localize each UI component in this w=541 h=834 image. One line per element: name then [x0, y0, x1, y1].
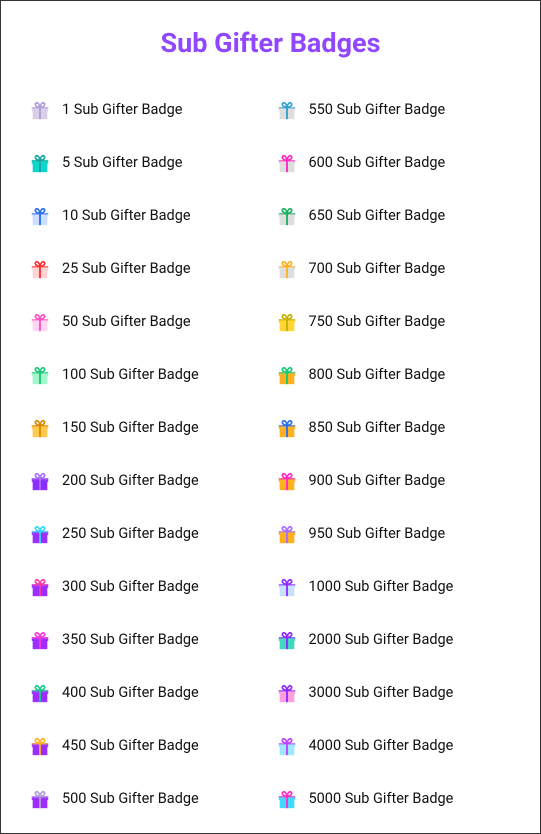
badge-item: 200 Sub Gifter Badge	[29, 454, 266, 507]
gift-icon	[29, 99, 51, 121]
badge-label: 800 Sub Gifter Badge	[309, 366, 446, 383]
gift-icon	[29, 311, 51, 333]
badge-item: 1000 Sub Gifter Badge	[276, 560, 513, 613]
badge-label: 10 Sub Gifter Badge	[62, 207, 191, 224]
badge-item: 800 Sub Gifter Badge	[276, 348, 513, 401]
gift-icon	[276, 682, 298, 704]
gift-icon	[276, 99, 298, 121]
badge-item: 600 Sub Gifter Badge	[276, 136, 513, 189]
badge-item: 950 Sub Gifter Badge	[276, 507, 513, 560]
gift-icon	[276, 311, 298, 333]
gift-icon	[29, 470, 51, 492]
gift-icon	[276, 523, 298, 545]
badge-label: 350 Sub Gifter Badge	[62, 631, 199, 648]
gift-icon	[29, 629, 51, 651]
badge-label: 4000 Sub Gifter Badge	[309, 737, 454, 754]
page-title: Sub Gifter Badges	[29, 27, 512, 59]
gift-icon	[29, 682, 51, 704]
gift-icon	[276, 152, 298, 174]
badge-item: 400 Sub Gifter Badge	[29, 666, 266, 719]
badge-label: 200 Sub Gifter Badge	[62, 472, 199, 489]
gift-icon	[276, 576, 298, 598]
badge-item: 500 Sub Gifter Badge	[29, 772, 266, 825]
badge-grid: 1 Sub Gifter Badge 550 Sub Gifter Badge …	[29, 83, 512, 825]
badge-item: 550 Sub Gifter Badge	[276, 83, 513, 136]
badge-label: 50 Sub Gifter Badge	[62, 313, 191, 330]
badge-label: 750 Sub Gifter Badge	[309, 313, 446, 330]
badge-item: 100 Sub Gifter Badge	[29, 348, 266, 401]
gift-icon	[29, 417, 51, 439]
gift-icon	[29, 205, 51, 227]
badge-item: 350 Sub Gifter Badge	[29, 613, 266, 666]
badge-item: 2000 Sub Gifter Badge	[276, 613, 513, 666]
gift-icon	[29, 788, 51, 810]
badge-label: 25 Sub Gifter Badge	[62, 260, 191, 277]
badge-item: 1 Sub Gifter Badge	[29, 83, 266, 136]
badge-label: 1 Sub Gifter Badge	[62, 101, 182, 118]
badge-label: 1000 Sub Gifter Badge	[309, 578, 454, 595]
badge-label: 250 Sub Gifter Badge	[62, 525, 199, 542]
gift-icon	[29, 576, 51, 598]
badge-item: 250 Sub Gifter Badge	[29, 507, 266, 560]
gift-icon	[276, 205, 298, 227]
gift-icon	[29, 258, 51, 280]
badge-item: 10 Sub Gifter Badge	[29, 189, 266, 242]
gift-icon	[276, 735, 298, 757]
badge-label: 100 Sub Gifter Badge	[62, 366, 199, 383]
gift-icon	[276, 788, 298, 810]
badge-label: 550 Sub Gifter Badge	[309, 101, 446, 118]
badges-panel: Sub Gifter Badges 1 Sub Gifter Badge 550…	[0, 0, 541, 834]
badge-label: 850 Sub Gifter Badge	[309, 419, 446, 436]
badge-item: 50 Sub Gifter Badge	[29, 295, 266, 348]
badge-label: 3000 Sub Gifter Badge	[309, 684, 454, 701]
badge-label: 300 Sub Gifter Badge	[62, 578, 199, 595]
badge-item: 5000 Sub Gifter Badge	[276, 772, 513, 825]
badge-item: 900 Sub Gifter Badge	[276, 454, 513, 507]
gift-icon	[29, 152, 51, 174]
badge-label: 700 Sub Gifter Badge	[309, 260, 446, 277]
badge-item: 850 Sub Gifter Badge	[276, 401, 513, 454]
badge-label: 5 Sub Gifter Badge	[62, 154, 182, 171]
gift-icon	[276, 470, 298, 492]
gift-icon	[29, 523, 51, 545]
gift-icon	[276, 417, 298, 439]
badge-item: 4000 Sub Gifter Badge	[276, 719, 513, 772]
badge-label: 450 Sub Gifter Badge	[62, 737, 199, 754]
gift-icon	[29, 735, 51, 757]
badge-label: 150 Sub Gifter Badge	[62, 419, 199, 436]
gift-icon	[29, 364, 51, 386]
badge-item: 150 Sub Gifter Badge	[29, 401, 266, 454]
badge-label: 500 Sub Gifter Badge	[62, 790, 199, 807]
badge-item: 700 Sub Gifter Badge	[276, 242, 513, 295]
badge-item: 650 Sub Gifter Badge	[276, 189, 513, 242]
gift-icon	[276, 629, 298, 651]
gift-icon	[276, 258, 298, 280]
badge-item: 3000 Sub Gifter Badge	[276, 666, 513, 719]
badge-item: 300 Sub Gifter Badge	[29, 560, 266, 613]
badge-item: 750 Sub Gifter Badge	[276, 295, 513, 348]
badge-label: 950 Sub Gifter Badge	[309, 525, 446, 542]
badge-label: 5000 Sub Gifter Badge	[309, 790, 454, 807]
badge-label: 650 Sub Gifter Badge	[309, 207, 446, 224]
badge-label: 600 Sub Gifter Badge	[309, 154, 446, 171]
badge-label: 900 Sub Gifter Badge	[309, 472, 446, 489]
badge-label: 2000 Sub Gifter Badge	[309, 631, 454, 648]
gift-icon	[276, 364, 298, 386]
badge-item: 25 Sub Gifter Badge	[29, 242, 266, 295]
badge-item: 450 Sub Gifter Badge	[29, 719, 266, 772]
badge-label: 400 Sub Gifter Badge	[62, 684, 199, 701]
badge-item: 5 Sub Gifter Badge	[29, 136, 266, 189]
